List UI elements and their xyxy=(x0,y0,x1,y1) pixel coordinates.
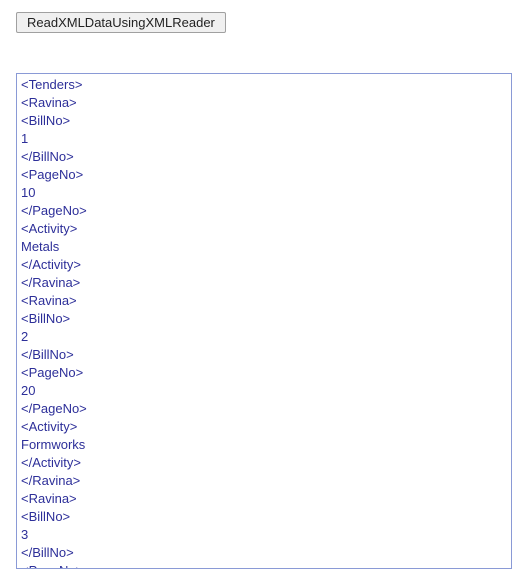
xml-output-textarea[interactable] xyxy=(16,73,512,569)
spacer xyxy=(16,33,516,73)
read-xml-button[interactable]: ReadXMLDataUsingXMLReader xyxy=(16,12,226,33)
